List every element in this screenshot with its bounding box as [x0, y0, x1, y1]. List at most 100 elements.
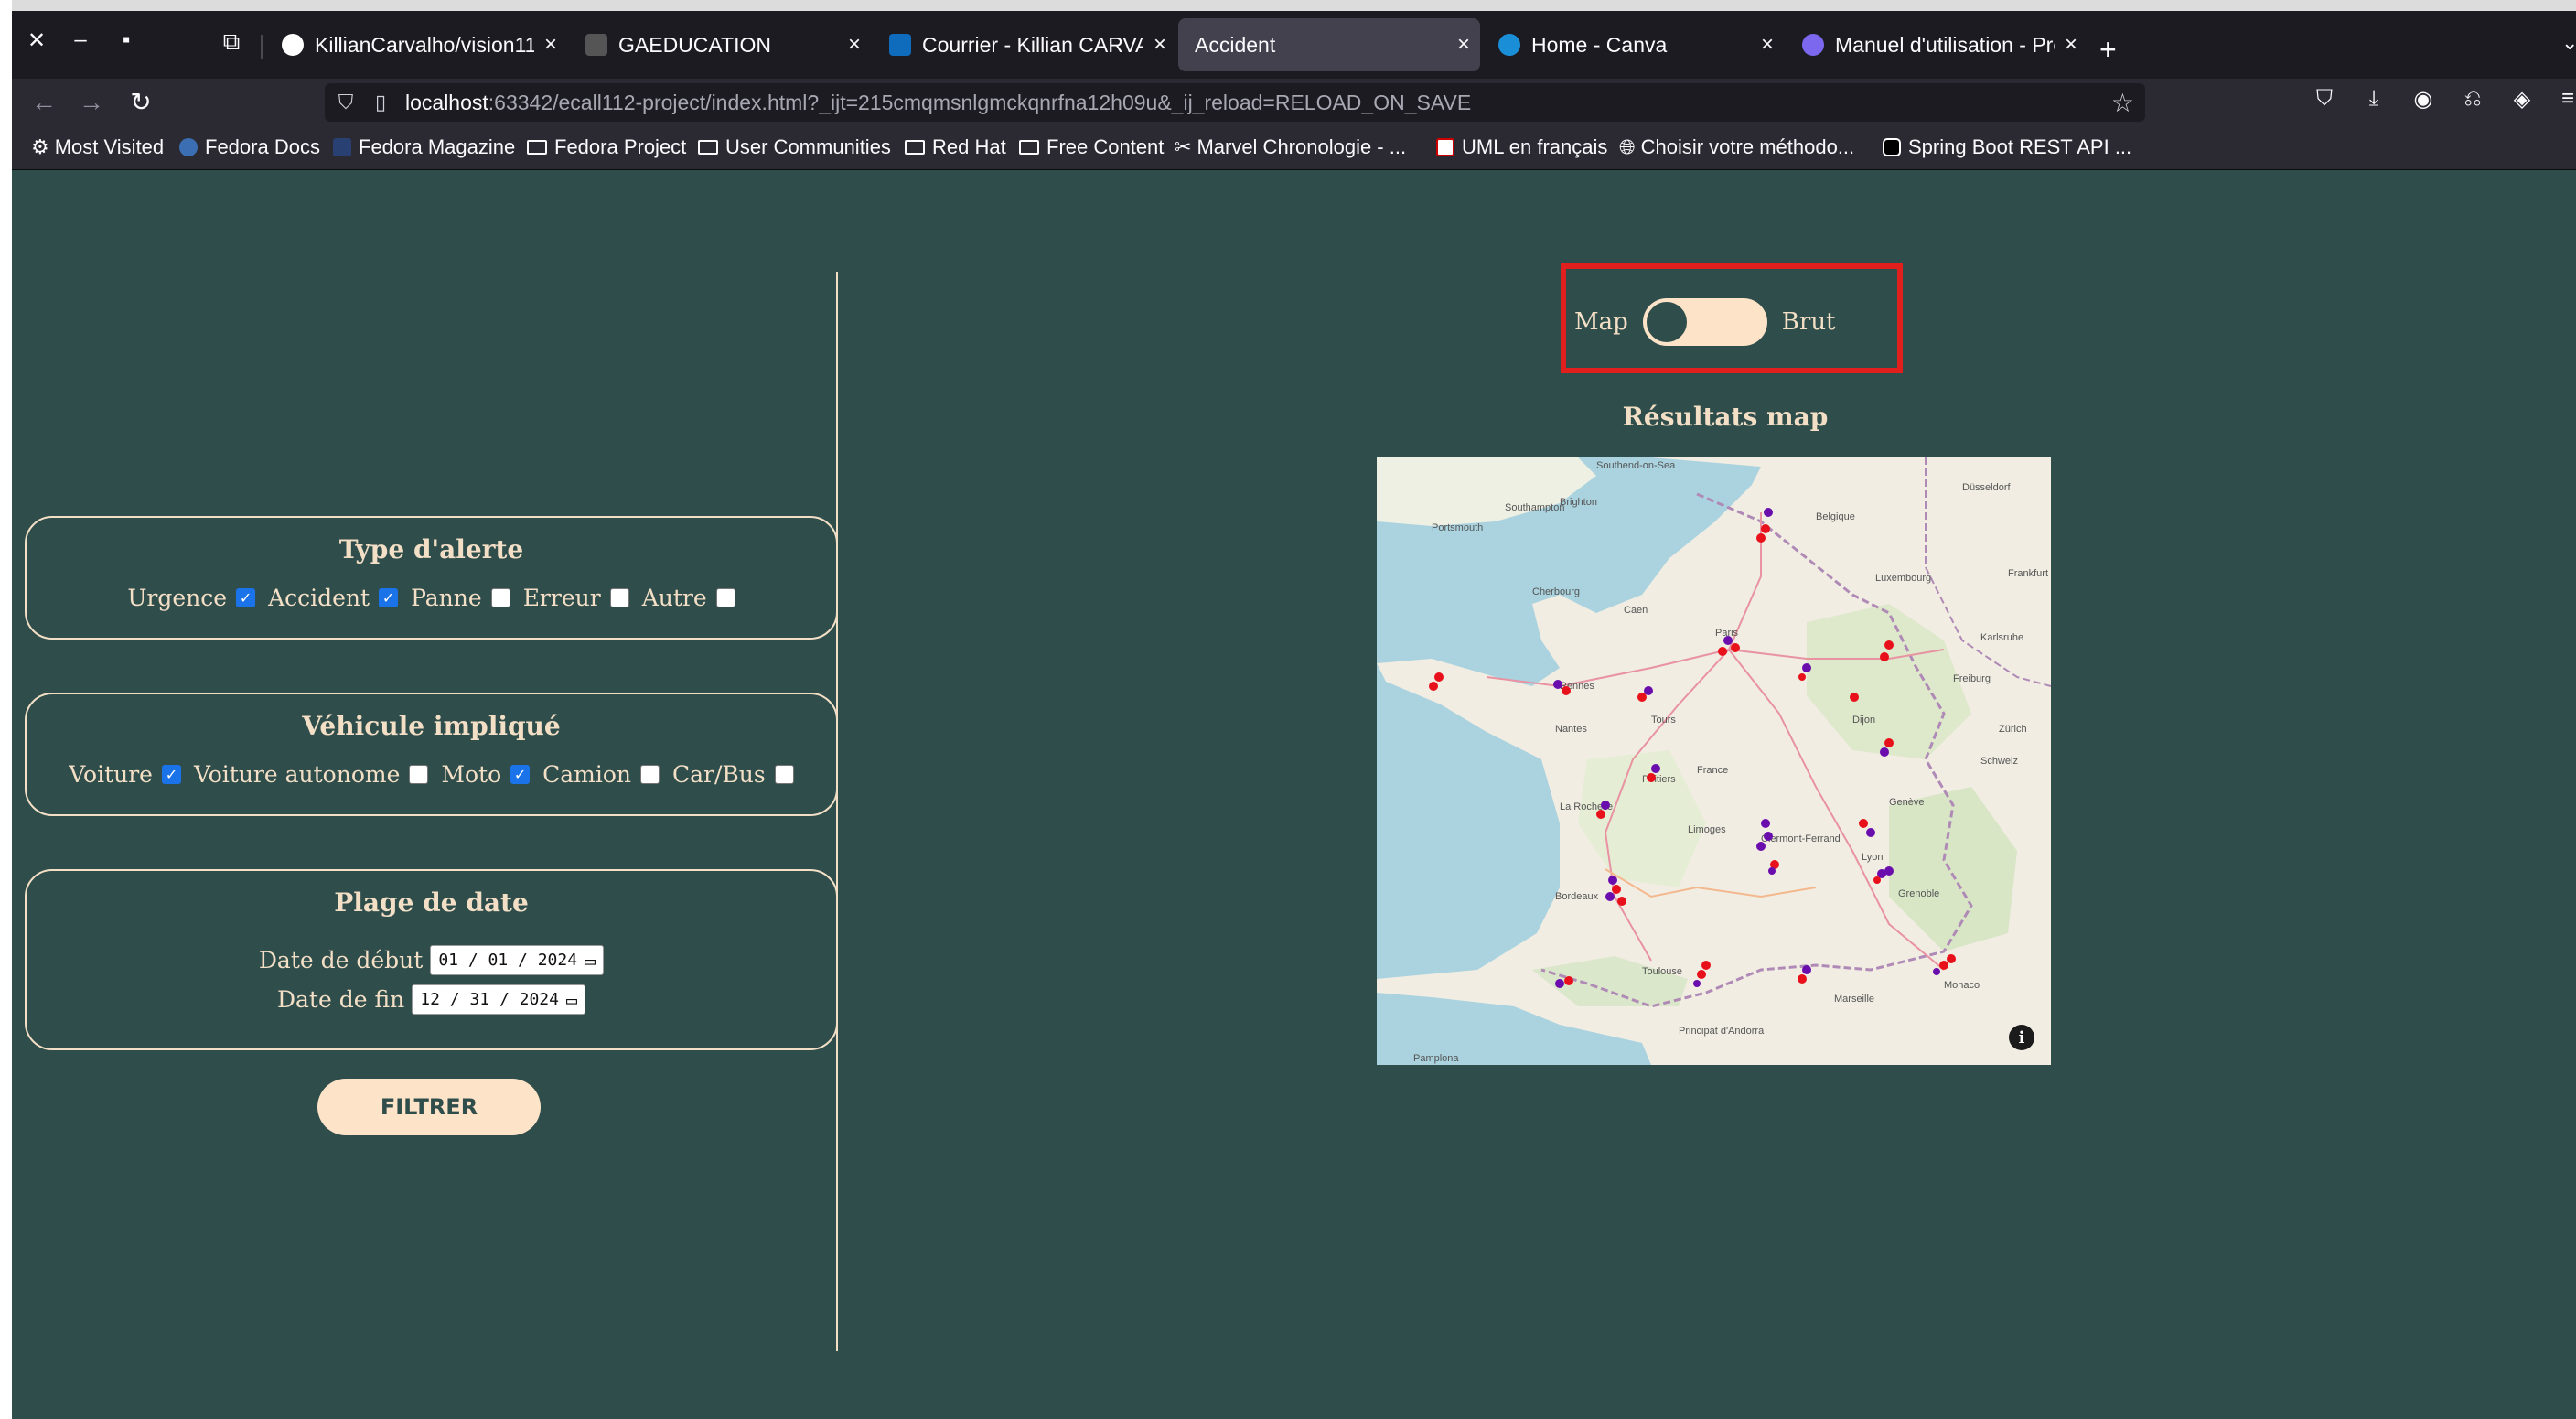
accident-marker[interactable]	[1764, 832, 1773, 841]
checkbox-accident[interactable]: ✓	[379, 588, 399, 607]
filter-button[interactable]: FILTRER	[317, 1079, 541, 1135]
bookmark-spring-boot[interactable]: Spring Boot REST API ...	[1883, 135, 2131, 159]
accident-marker[interactable]	[1761, 524, 1770, 533]
checkbox-car-bus[interactable]	[774, 765, 794, 784]
tab-overview-icon[interactable]: ⧉	[213, 27, 250, 57]
accident-marker[interactable]	[1617, 897, 1626, 906]
accident-marker[interactable]	[1802, 965, 1811, 974]
page-icon[interactable]: ▯	[367, 91, 394, 114]
bookmark-marvel[interactable]: ✂ Marvel Chronologie - ...	[1175, 135, 1406, 159]
accident-marker[interactable]	[1880, 652, 1889, 661]
accident-marker[interactable]	[1798, 673, 1806, 681]
accident-marker[interactable]	[1756, 842, 1766, 851]
close-tab-icon[interactable]: ×	[1143, 32, 1176, 58]
accident-marker[interactable]	[1884, 866, 1894, 876]
checkbox-erreur[interactable]	[609, 588, 629, 607]
accident-marker[interactable]	[1644, 686, 1653, 695]
close-window-icon[interactable]: ✕	[18, 27, 55, 54]
tab-prezi[interactable]: Manuel d'utilisation - Prezi ×	[1786, 18, 2088, 71]
accident-marker[interactable]	[1434, 672, 1444, 682]
tab-canva[interactable]: Home - Canva ×	[1482, 18, 1784, 71]
accident-marker[interactable]	[1756, 533, 1766, 543]
forward-arrow-icon[interactable]: →	[73, 86, 110, 119]
accident-marker[interactable]	[1555, 979, 1564, 988]
checkbox-autre[interactable]	[715, 588, 735, 607]
close-tab-icon[interactable]: ×	[2055, 32, 2088, 58]
accident-marker[interactable]	[1697, 970, 1706, 979]
minimize-window-icon[interactable]: –	[62, 27, 99, 53]
accident-marker[interactable]	[1596, 810, 1605, 819]
bookmark-uml[interactable]: UML en français	[1436, 135, 1607, 159]
close-tab-icon[interactable]: ×	[1751, 32, 1784, 58]
close-tab-icon[interactable]: ×	[1447, 32, 1480, 58]
accident-marker[interactable]	[1564, 976, 1573, 985]
accident-marker[interactable]	[1731, 643, 1740, 652]
option-voiture-autonome[interactable]: Voiture autonome	[194, 761, 429, 788]
accident-marker[interactable]	[1612, 885, 1621, 894]
info-icon[interactable]: i	[2009, 1025, 2034, 1050]
option-autre[interactable]: Autre	[642, 585, 735, 611]
chevron-down-icon[interactable]: ⌄	[2561, 31, 2576, 55]
accident-marker[interactable]	[1718, 647, 1727, 656]
new-tab-button[interactable]: +	[2099, 33, 2117, 67]
end-date-input[interactable]: 12 / 31 / 2024 ▭	[412, 984, 586, 1015]
url-bar[interactable]: ⛉ ▯ localhost:63342/ecall112-project/ind…	[325, 83, 2145, 122]
accident-marker[interactable]	[1768, 867, 1776, 875]
switch-knob[interactable]	[1644, 300, 1689, 344]
accident-marker[interactable]	[1802, 663, 1811, 672]
accident-marker[interactable]	[1723, 636, 1733, 645]
account-icon[interactable]: ◉	[2408, 86, 2439, 113]
bookmark-fedora-docs[interactable]: Fedora Docs	[179, 135, 320, 159]
option-voiture[interactable]: Voiture ✓	[69, 761, 181, 788]
accident-marker[interactable]	[1933, 968, 1940, 975]
bookmark-fedora-project[interactable]: Fedora Project	[527, 135, 686, 159]
accident-marker[interactable]	[1798, 974, 1807, 984]
bookmark-methodo[interactable]: 🌐︎ Choisir votre méthodo...	[1619, 135, 1854, 159]
bookmark-user-communities[interactable]: User Communities	[698, 135, 891, 159]
map-canvas[interactable]: Southend-on-Sea Brighton Düsseldorf Port…	[1377, 457, 2051, 1065]
back-arrow-icon[interactable]: ←	[26, 86, 62, 119]
close-tab-icon[interactable]: ×	[534, 32, 567, 58]
accident-marker[interactable]	[1866, 828, 1875, 837]
option-panne[interactable]: Panne	[411, 585, 510, 611]
accident-marker[interactable]	[1701, 961, 1711, 970]
bookmark-red-hat[interactable]: Red Hat	[905, 135, 1006, 159]
accident-marker[interactable]	[1873, 876, 1881, 884]
accident-marker[interactable]	[1605, 892, 1615, 901]
extensions-icon[interactable]: ⎌	[2457, 86, 2488, 112]
accident-marker[interactable]	[1647, 773, 1656, 782]
calendar-icon[interactable]: ▭	[585, 950, 596, 972]
option-car-bus[interactable]: Car/Bus	[672, 761, 794, 788]
profile-icon[interactable]: ◈	[2506, 86, 2538, 113]
pocket-icon[interactable]: ⛉	[2309, 86, 2340, 112]
start-date-input[interactable]: 01 / 01 / 2024 ▭	[430, 945, 605, 975]
bookmark-free-content[interactable]: Free Content	[1019, 135, 1164, 159]
bookmark-fedora-magazine[interactable]: Fedora Magazine	[333, 135, 515, 159]
option-urgence[interactable]: Urgence ✓	[127, 585, 256, 611]
option-accident[interactable]: Accident ✓	[268, 585, 399, 611]
tab-courrier[interactable]: Courrier - Killian CARVALHO ×	[873, 18, 1176, 71]
accident-marker[interactable]	[1429, 682, 1438, 691]
checkbox-voiture[interactable]: ✓	[161, 765, 181, 784]
option-erreur[interactable]: Erreur	[523, 585, 629, 611]
accident-marker[interactable]	[1880, 747, 1889, 757]
tab-github[interactable]: KillianCarvalho/vision112 ×	[265, 18, 567, 71]
accident-marker[interactable]	[1850, 693, 1859, 702]
checkbox-voiture-autonome[interactable]	[409, 765, 429, 784]
checkbox-panne[interactable]	[490, 588, 510, 607]
accident-marker[interactable]	[1884, 640, 1894, 650]
accident-marker[interactable]	[1859, 819, 1868, 828]
bookmark-star-icon[interactable]: ☆	[2111, 88, 2134, 118]
accident-marker[interactable]	[1601, 801, 1610, 810]
shield-icon[interactable]: ⛉	[332, 91, 360, 114]
checkbox-camion[interactable]	[640, 765, 660, 784]
tab-gaeducation[interactable]: GAEDUCATION ×	[569, 18, 871, 71]
accident-marker[interactable]	[1562, 686, 1571, 695]
accident-marker[interactable]	[1693, 980, 1701, 987]
option-moto[interactable]: Moto ✓	[441, 761, 531, 788]
maximize-window-icon[interactable]: ▪	[108, 27, 145, 53]
results-map[interactable]: Southend-on-Sea Brighton Düsseldorf Port…	[1377, 457, 2051, 1065]
option-camion[interactable]: Camion	[542, 761, 660, 788]
calendar-icon[interactable]: ▭	[566, 989, 577, 1011]
map-brut-switch[interactable]	[1642, 298, 1767, 346]
